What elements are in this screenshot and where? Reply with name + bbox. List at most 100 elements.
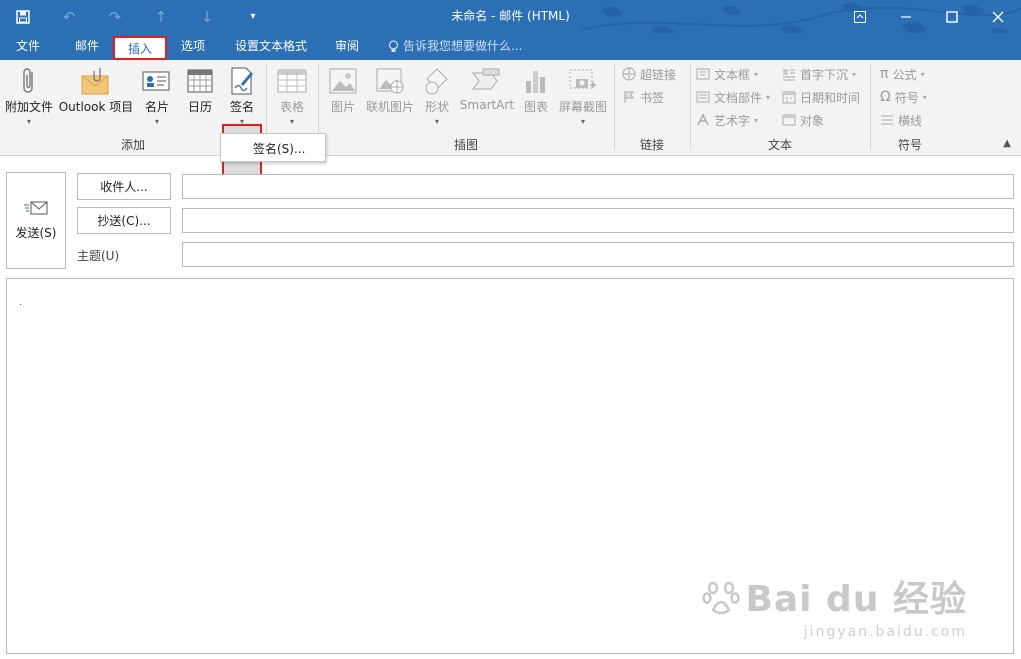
calendar-button[interactable]: 日历 — [180, 64, 220, 115]
group-illustrations-label: 插图 — [453, 138, 478, 152]
drop-cap-button[interactable]: 首字下沉 ▾ — [782, 64, 856, 84]
screenshot-label: 屏幕截图 — [558, 100, 607, 114]
body-cursor: . — [19, 297, 23, 308]
quick-parts-label: 文档部件 — [714, 90, 763, 105]
date-time-icon — [782, 91, 796, 104]
window-controls — [837, 0, 1021, 33]
outlook-item-button[interactable]: Outlook 项目 — [56, 64, 136, 115]
shapes-button[interactable]: 形状 ▾ — [420, 64, 454, 127]
group-links-label: 链接 — [639, 138, 664, 152]
symbol-button[interactable]: Ω 符号 ▾ — [880, 87, 927, 107]
business-card-label: 名片 — [144, 100, 169, 114]
table-label: 表格 — [279, 100, 304, 114]
online-picture-icon — [376, 68, 404, 94]
group-separator — [690, 64, 691, 150]
chevron-down-icon: ▾ — [434, 117, 439, 126]
tab-review[interactable]: 审阅 — [326, 33, 368, 60]
smartart-button[interactable]: SmartArt — [458, 64, 516, 112]
envelope-attach-icon — [81, 68, 109, 95]
tab-file[interactable]: 文件 — [6, 33, 50, 60]
to-button[interactable]: 收件人... — [77, 173, 171, 200]
business-card-icon — [142, 71, 170, 91]
picture-label: 图片 — [330, 100, 355, 114]
tab-mail[interactable]: 邮件 — [64, 33, 110, 60]
bookmark-flag-icon — [624, 91, 634, 103]
group-symbols-label: 符号 — [897, 138, 922, 152]
globe-link-icon — [622, 67, 636, 81]
symbol-label: 符号 — [894, 90, 919, 105]
attach-file-label: 附加文件 — [4, 100, 53, 114]
ribbon: 附加文件 ▾ Outlook 项目 名片 ▾ 日历 签名 ▾ 添加 表格 ▾ 图… — [0, 60, 1021, 192]
signature-pen-icon — [231, 67, 253, 95]
close-icon[interactable] — [975, 0, 1021, 33]
tab-options[interactable]: 选项 — [170, 33, 216, 60]
table-icon — [277, 69, 307, 93]
ribbon-tabs: 文件 邮件 插入 选项 设置文本格式 审阅 告诉我您想要做什么... — [0, 33, 1021, 60]
chevron-down-icon: ▾ — [239, 117, 244, 126]
omega-icon: Ω — [880, 89, 891, 105]
text-box-icon — [696, 68, 710, 80]
drop-cap-icon — [783, 69, 795, 81]
screenshot-button[interactable]: 屏幕截图 ▾ — [556, 64, 610, 127]
hyperlink-button[interactable]: 超链接 — [622, 64, 676, 84]
tab-insert[interactable]: 插入 — [113, 36, 167, 60]
smartart-label: SmartArt — [459, 98, 515, 112]
attach-file-button[interactable]: 附加文件 ▾ — [2, 64, 56, 127]
undo-icon[interactable]: ↶ — [46, 0, 92, 33]
group-separator — [870, 64, 871, 150]
date-time-label: 日期和时间 — [800, 90, 861, 105]
send-envelope-icon — [24, 201, 48, 215]
tab-format-text[interactable]: 设置文本格式 — [224, 33, 318, 60]
cc-button[interactable]: 抄送(C)... — [77, 207, 171, 234]
signatures-menu-item[interactable]: 签名(S)... — [253, 140, 305, 157]
paperclip-icon — [23, 68, 33, 93]
minimize-icon[interactable] — [883, 0, 929, 33]
send-button[interactable]: 发送(S) — [6, 172, 66, 269]
quick-parts-button[interactable]: 文档部件 ▾ — [696, 87, 770, 107]
signature-button[interactable]: 签名 ▾ — [222, 64, 262, 127]
bookmark-button[interactable]: 书签 — [622, 87, 664, 107]
down-arrow-icon[interactable]: ↓ — [184, 0, 230, 33]
quick-access-toolbar: ↶ ↷ ↑ ↓ ▾ — [0, 0, 276, 33]
table-button[interactable]: 表格 ▾ — [270, 64, 314, 127]
tell-me-search[interactable]: 告诉我您想要做什么... — [388, 33, 522, 60]
chart-button[interactable]: 图表 — [520, 64, 552, 115]
object-button[interactable]: 对象 — [782, 110, 824, 130]
collapse-ribbon-icon[interactable]: ▲ — [1003, 138, 1011, 149]
up-arrow-icon[interactable]: ↑ — [138, 0, 184, 33]
picture-icon — [329, 68, 357, 94]
chevron-down-icon: ▾ — [289, 117, 294, 126]
equation-button[interactable]: π 公式 ▾ — [880, 64, 924, 84]
shapes-icon — [425, 68, 448, 95]
online-picture-button[interactable]: 联机图片 — [364, 64, 416, 115]
bookmark-label: 书签 — [640, 90, 665, 105]
redo-icon[interactable]: ↷ — [92, 0, 138, 33]
text-box-label: 文本框 — [714, 67, 751, 82]
watermark: Bai du 经验 jingyan.baidu.com — [701, 570, 967, 640]
tell-me-text: 告诉我您想要做什么... — [403, 39, 523, 53]
object-icon — [782, 114, 796, 126]
date-time-button[interactable]: 日期和时间 — [782, 87, 860, 107]
signature-label: 签名 — [229, 100, 254, 114]
lightbulb-icon — [388, 40, 399, 52]
to-field[interactable] — [182, 174, 1014, 199]
text-box-button[interactable]: 文本框 ▾ — [696, 64, 758, 84]
paw-logo-icon — [702, 581, 741, 615]
signature-dropdown: 签名(S)... — [220, 133, 326, 162]
chevron-down-icon: ▾ — [580, 117, 585, 126]
horizontal-line-button[interactable]: 横线 — [880, 110, 922, 130]
chart-label: 图表 — [523, 100, 548, 114]
wordart-button[interactable]: 艺术字 ▾ — [696, 110, 758, 130]
cc-field[interactable] — [182, 208, 1014, 233]
save-icon[interactable] — [0, 0, 46, 33]
business-card-button[interactable]: 名片 ▾ — [136, 64, 178, 127]
drop-cap-label: 首字下沉 — [800, 67, 849, 82]
picture-button[interactable]: 图片 — [324, 64, 362, 115]
subject-label: 主题(U) — [77, 249, 120, 263]
chevron-down-icon: ▾ — [154, 117, 159, 126]
maximize-icon[interactable] — [929, 0, 975, 33]
ribbon-display-options-icon[interactable] — [837, 0, 883, 33]
online-picture-label: 联机图片 — [365, 100, 414, 114]
subject-field[interactable] — [182, 242, 1014, 267]
customize-qat-icon[interactable]: ▾ — [230, 0, 276, 33]
